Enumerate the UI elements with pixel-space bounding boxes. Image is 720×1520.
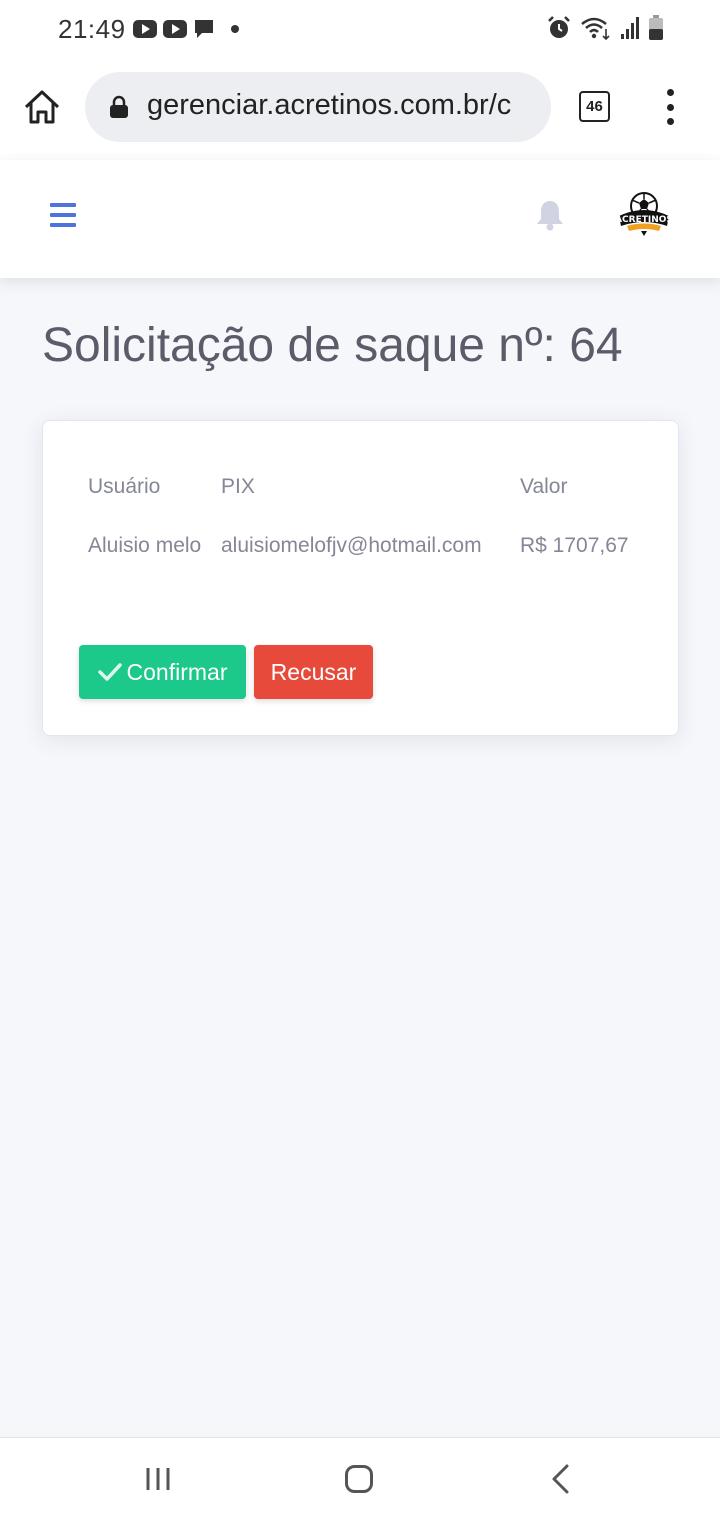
hamburger-icon[interactable] <box>50 203 76 227</box>
system-icons <box>546 14 664 42</box>
reject-button[interactable]: Recusar <box>254 645 373 699</box>
topbar: ACRETINOS <box>0 160 720 278</box>
status-bar: 21:49 <box>0 0 720 56</box>
message-icon <box>195 20 213 38</box>
url-text: gerenciar.acretinos.com.br/c <box>147 89 512 121</box>
table-cell-user: Aluisio melo <box>88 534 202 557</box>
table-cell-pix: aluisiomelofjv@hotmail.com <box>221 534 482 557</box>
alarm-icon <box>548 16 570 38</box>
lock-icon <box>110 95 128 118</box>
bell-icon[interactable] <box>535 199 565 231</box>
check-icon <box>97 663 122 681</box>
more-vert-icon[interactable] <box>660 89 680 125</box>
system-nav-bar <box>0 1437 720 1520</box>
back-icon[interactable] <box>549 1463 571 1495</box>
browser-toolbar: gerenciar.acretinos.com.br/c 46 <box>0 56 720 160</box>
table-header-user: Usuário <box>88 475 161 498</box>
home-icon[interactable] <box>22 88 62 126</box>
notification-icons <box>133 17 239 41</box>
confirm-button[interactable]: Confirmar <box>79 645 246 699</box>
status-time: 21:49 <box>58 14 126 44</box>
tab-count-button[interactable]: 46 <box>579 91 610 122</box>
page-title: Solicitação de saque nº: 64 <box>42 319 623 372</box>
signal-icon <box>621 17 639 39</box>
logo-text: ACRETINOS <box>615 215 673 225</box>
wifi-icon <box>581 17 610 41</box>
confirm-label: Confirmar <box>126 658 228 685</box>
youtube-notification-icon <box>133 20 157 38</box>
battery-icon <box>649 15 663 40</box>
table-header-pix: PIX <box>221 475 255 498</box>
youtube-notification-icon <box>163 20 187 38</box>
address-bar[interactable]: gerenciar.acretinos.com.br/c <box>85 72 551 142</box>
acretinos-logo[interactable]: ACRETINOS <box>615 190 673 238</box>
home-icon[interactable] <box>344 1464 374 1494</box>
dot-icon <box>231 25 239 33</box>
table-header-value: Valor <box>520 475 568 498</box>
recent-apps-icon[interactable] <box>144 1466 172 1492</box>
table-cell-value: R$ 1707,67 <box>520 534 629 557</box>
reject-label: Recusar <box>270 658 357 685</box>
